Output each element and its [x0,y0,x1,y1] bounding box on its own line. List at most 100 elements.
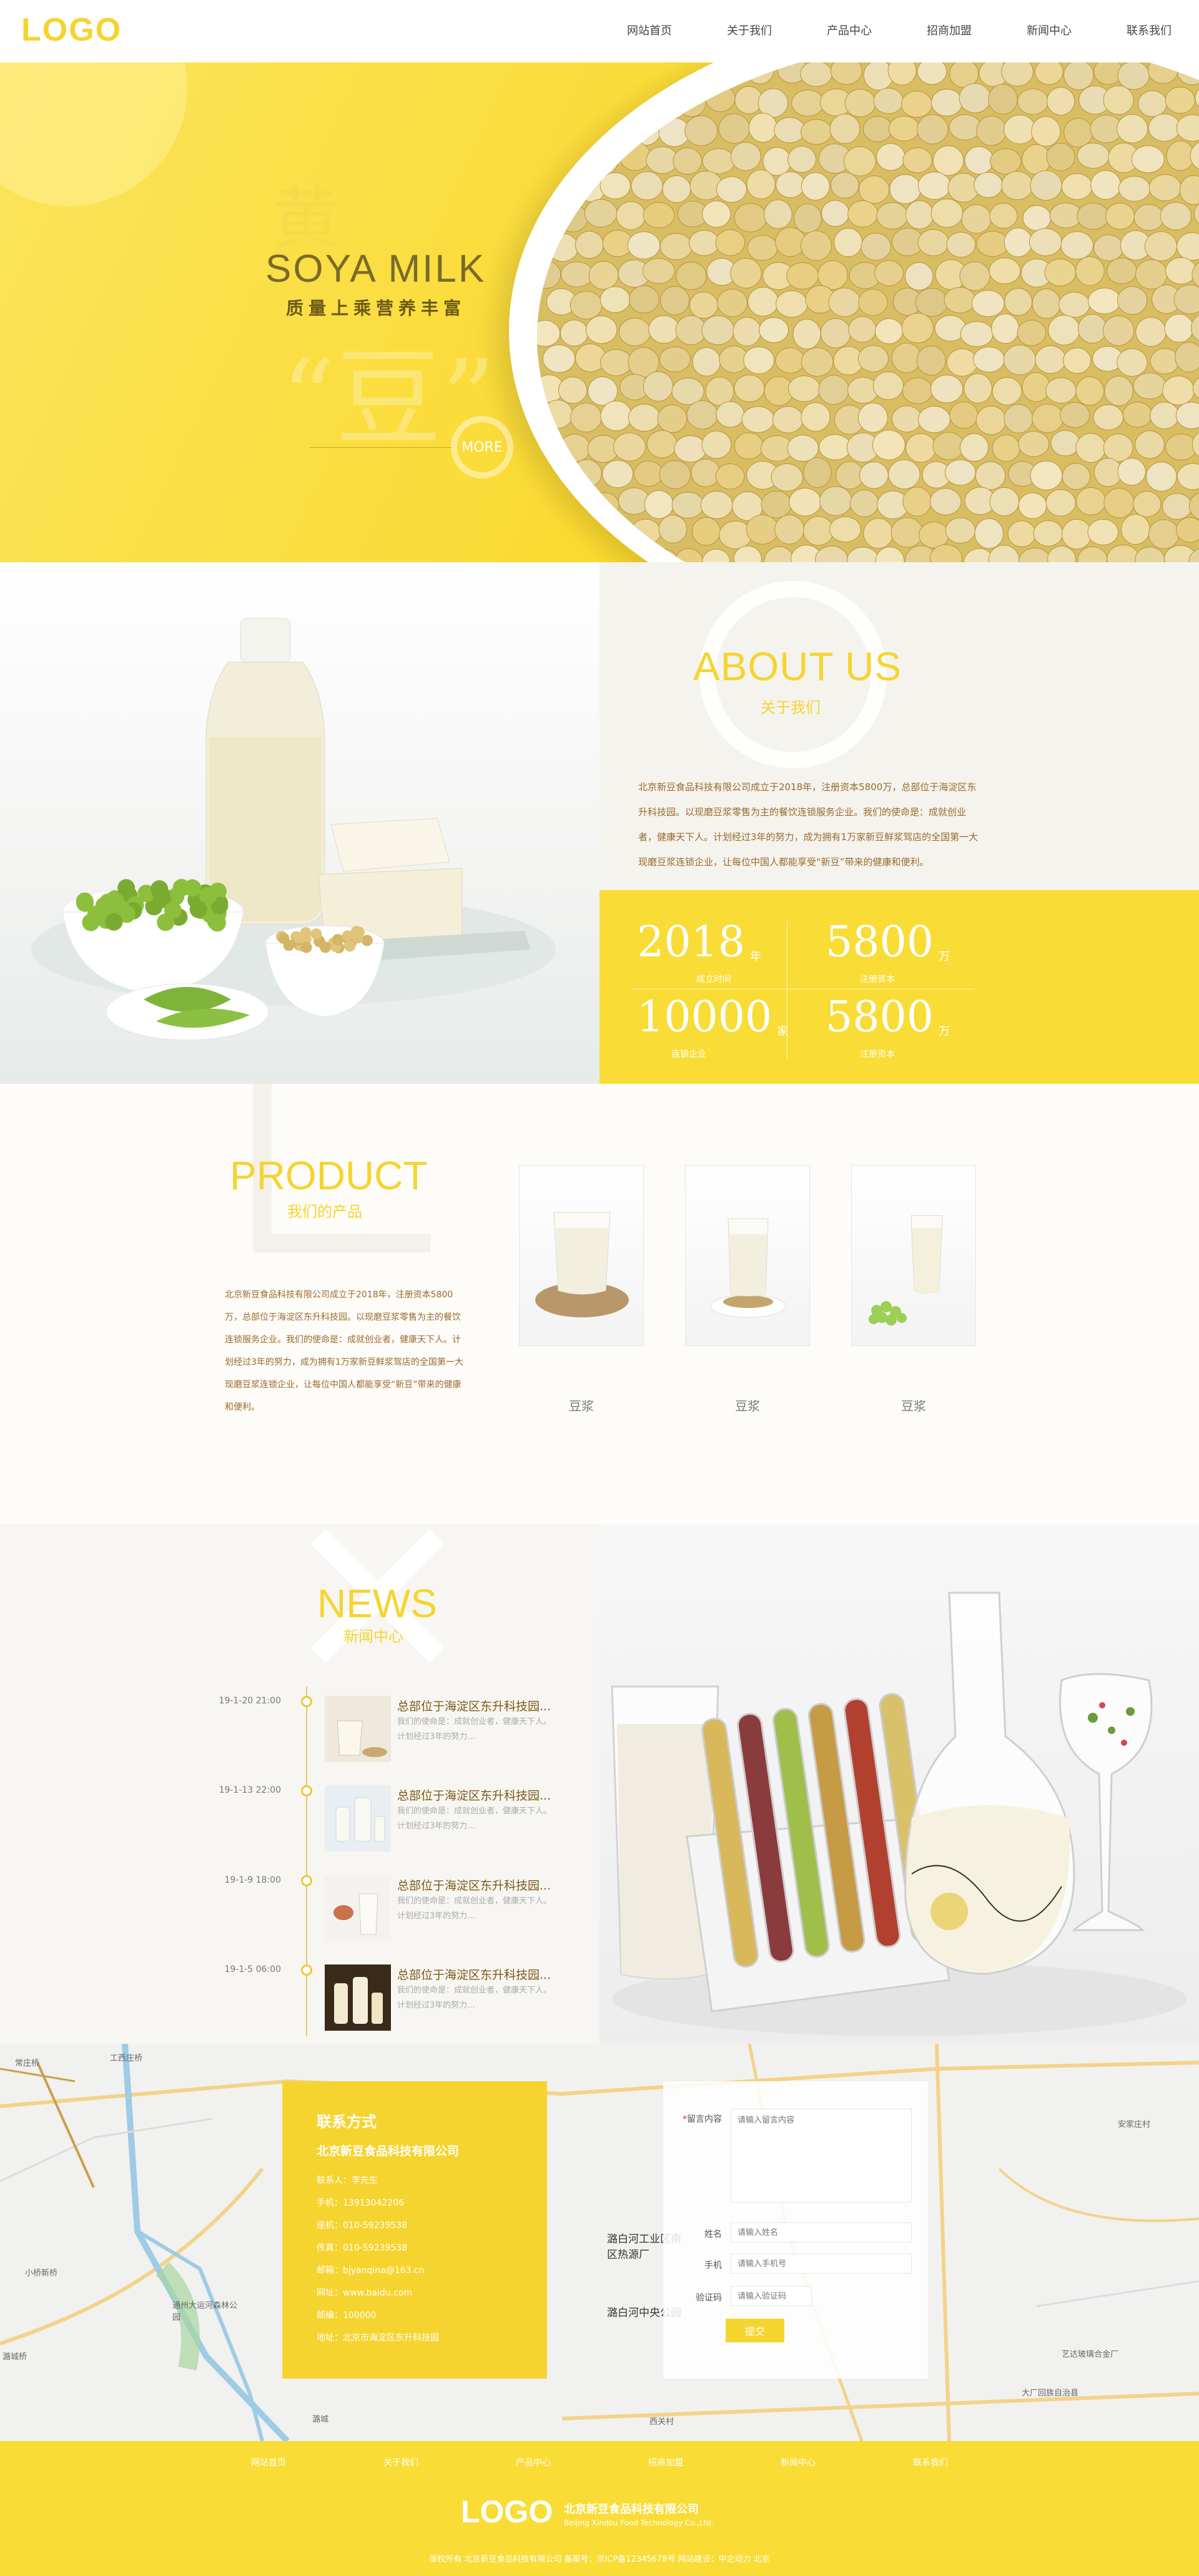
nav-item-about[interactable]: 关于我们 [699,0,799,62]
news-thumb-3[interactable] [325,1875,391,1941]
message-form: *留言内容 姓名 手机 验证码 提交 [663,2081,928,2379]
product-image [710,1218,786,1318]
news-date: 19-1-13 22:00 [219,1785,281,1795]
contact-person: 联系人：李先生 [317,2176,378,2186]
footer-nav-home[interactable]: 网站首页 [219,2456,318,2469]
news-subtitle: 新闻中心 [343,1628,403,1645]
contact-email[interactable]: 邮箱：bjyanqina@163.cn [317,2264,424,2276]
footer-nav-about[interactable]: 关于我们 [351,2456,451,2469]
page: LOGO 网站首页 关于我们 产品中心 招商加盟 新闻中心 联系我们 黄 SOY… [0,0,1199,2576]
timeline-dot [301,1785,312,1796]
phone-input[interactable] [731,2254,912,2274]
footer-nav-franchise[interactable]: 招商加盟 [616,2456,716,2469]
nav-item-home[interactable]: 网站首页 [600,0,699,62]
grains-glassware-photo [600,1524,1199,2044]
about-title: ABOUT US [693,644,902,689]
product-label-2[interactable]: 豆浆 [685,1396,810,1414]
stat-founded: 2018 年 成立时间 [637,921,761,985]
contact-mobile: 手机：13913042206 [317,2198,404,2208]
product-card-3[interactable] [851,1165,976,1346]
news-image [325,1875,391,1941]
product-label-3[interactable]: 豆浆 [851,1396,976,1414]
news-desc: 我们的使命是：成就创业者，健康天下人。计划经过3年的努力... [397,1986,552,2010]
nav-item-products[interactable]: 产品中心 [799,0,899,62]
news-timeline [306,1687,307,2036]
timeline-dot [301,1696,312,1707]
map-label: 大厂回族自治县 [1022,2389,1079,2398]
stat-unit: 家 [777,1025,789,1038]
timeline-dot [301,1964,312,1976]
stat-capital-2: 5800 万 注册资本 [826,996,950,1060]
news-thumb-2[interactable] [325,1785,391,1851]
news-date: 19-1-20 21:00 [219,1696,281,1706]
code-label: 验证码 [696,2293,722,2303]
product-card-2[interactable] [685,1165,810,1346]
contact-phone: 座机：010-59239538 [317,2221,408,2231]
news-date: 19-1-9 18:00 [224,1875,281,1885]
header: LOGO 网站首页 关于我们 产品中心 招商加盟 新闻中心 联系我们 [0,0,1199,62]
map-label: 常庄桥 [15,2059,40,2068]
map-label: 艺达玻璃合金厂 [1062,2350,1119,2359]
message-input[interactable] [731,2109,912,2202]
timeline-dot [301,1875,312,1886]
news-headline[interactable]: 总部位于海淀区东升科技园... [397,1876,551,1893]
footer-company-en: Beijing Xindou Food Technology Co.,Ltd. [564,2519,714,2527]
submit-button[interactable]: 提交 [726,2319,784,2342]
news-headline[interactable]: 总部位于海淀区东升科技园... [397,1786,551,1803]
map-label: 潞城桥 [2,2352,27,2362]
news-desc: 我们的使命是：成就创业者，健康天下人。计划经过3年的努力... [397,1806,552,1831]
hero-decor-circle [0,62,187,206]
contact-title: 联系方式 [317,2113,377,2131]
news-title: NEWS [317,1581,437,1626]
footer-nav-products[interactable]: 产品中心 [483,2456,583,2469]
product-section: PRODUCT 我们的产品 北京新豆食品科技有限公司成立于2018年，注册资本5… [0,1084,1199,1524]
news-headline[interactable]: 总部位于海淀区东升科技园... [397,1966,551,1983]
hero-banner: 黄 SOYA MILK 质量上乘营养丰富 “豆” MORE [0,62,1199,562]
stat-unit: 万 [939,950,950,963]
stat-value: 10000 [637,993,772,1042]
product-title: PRODUCT [230,1153,428,1198]
news-thumb-1[interactable] [325,1696,391,1762]
hero-divider [310,447,452,448]
about-text: 北京新豆食品科技有限公司成立于2018年，注册资本5800万，总部位于海淀区东升… [638,781,979,868]
contact-fax: 传真：010-59239538 [317,2243,408,2253]
product-image [535,1212,629,1317]
captcha-input[interactable] [731,2286,812,2306]
footer-company: 北京新豆食品科技有限公司 [564,2503,699,2516]
footer-copyright: 版权所有 北京新豆食品科技有限公司 备案号：京ICP备12345678号 网站建… [429,2555,770,2564]
map-section[interactable]: 常庄桥 工西庄桥 通州大运河森林公园 潞城 潞城桥 西关村 潞白河工业区南区热源… [0,2044,1199,2441]
contact-company: 北京新豆食品科技有限公司 [317,2144,460,2158]
footer-logo[interactable]: LOGO [461,2494,553,2530]
stat-stores: 10000 家 连锁企业 [637,996,788,1060]
footer-nav-news[interactable]: 新闻中心 [748,2456,848,2469]
logo[interactable]: LOGO [21,11,122,49]
name-input[interactable] [731,2222,912,2242]
nav-item-franchise[interactable]: 招商加盟 [899,0,999,62]
map-label: 潞城 [312,2415,329,2424]
news-date: 19-1-5 06:00 [224,1964,281,1974]
stat-label: 连锁企业 [671,1049,706,1059]
contact-website[interactable]: 网址：www.baidu.com [317,2286,412,2299]
nav-item-news[interactable]: 新闻中心 [999,0,1099,62]
map-label: 小桥新桥 [25,2269,58,2278]
map-label: 西关村 [649,2417,674,2427]
stat-value: 5800 [826,993,934,1042]
news-headline[interactable]: 总部位于海淀区东升科技园... [397,1697,551,1714]
nav-item-contact[interactable]: 联系我们 [1099,0,1199,62]
product-card-1[interactable] [519,1165,644,1346]
stat-label: 注册资本 [860,1049,895,1059]
stat-value: 2018 [637,918,746,967]
about-section: ABOUT US 关于我们 北京新豆食品科技有限公司成立于2018年，注册资本5… [0,562,1199,1084]
more-button[interactable]: MORE [451,416,513,478]
news-section: NEWS 新闻中心 19-1-20 21:00 总部位于海淀区东升科技园... … [0,1524,1199,2044]
stat-label: 注册资本 [860,974,895,984]
map-label: 通州大运河森林公园 [172,2301,238,2322]
stat-unit: 万 [939,1025,950,1038]
contact-card: 联系方式 北京新豆食品科技有限公司 联系人：李先生 手机：13913042206… [282,2081,547,2379]
product-label-1[interactable]: 豆浆 [519,1396,644,1414]
stat-capital: 5800 万 注册资本 [826,921,950,985]
footer-nav-contact[interactable]: 联系我们 [881,2456,980,2469]
news-thumb-4[interactable] [325,1964,391,2031]
product-image [869,1215,943,1325]
stat-value: 5800 [826,918,934,967]
